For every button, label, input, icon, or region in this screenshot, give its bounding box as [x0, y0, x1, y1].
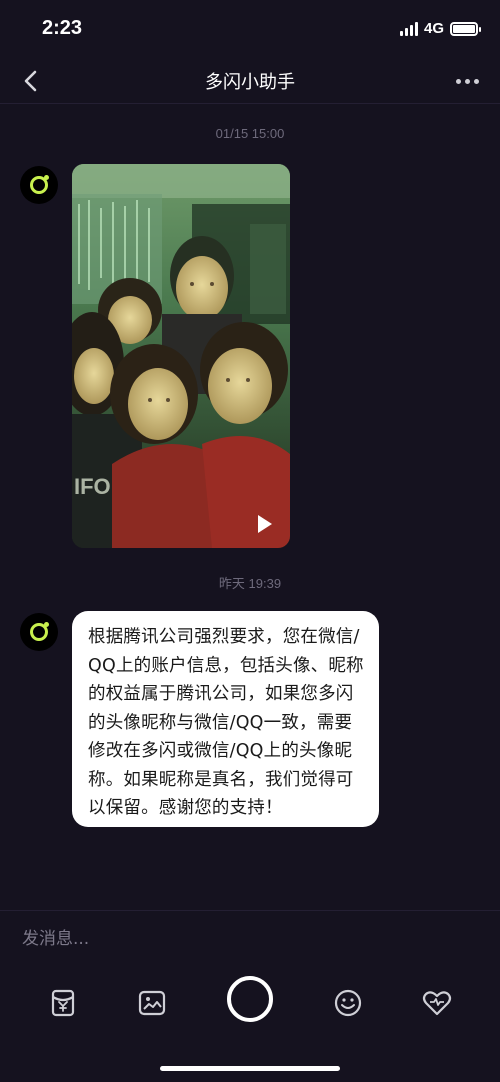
image-button[interactable] — [135, 986, 169, 1020]
duoshan-logo-icon — [30, 175, 49, 194]
red-packet-icon — [51, 989, 75, 1017]
like-button[interactable] — [420, 986, 454, 1020]
composer — [0, 910, 500, 1082]
page-title: 多闪小助手 — [205, 72, 295, 93]
battery-icon — [450, 21, 481, 36]
video-message-thumbnail[interactable]: IFORN — [72, 164, 290, 548]
signal-icon — [399, 21, 418, 36]
nav-bar: 多闪小助手 — [0, 60, 500, 104]
emoji-icon — [334, 989, 362, 1017]
emoji-button[interactable] — [331, 986, 365, 1020]
chat-screen: 2:23 4G 多闪小助手 01/15 15:00 IFORN 昨天 19:39… — [0, 0, 500, 1082]
duoshan-logo-icon — [30, 622, 49, 641]
status-bar: 2:23 4G — [0, 0, 500, 60]
play-icon — [258, 515, 272, 533]
home-indicator[interactable] — [160, 1066, 340, 1071]
more-dots-icon — [455, 78, 461, 84]
image-icon — [138, 990, 166, 1016]
composer-toolbar — [0, 976, 500, 1032]
red-packet-button[interactable] — [46, 986, 80, 1020]
text-message-bubble: 根据腾讯公司强烈要求，您在微信/QQ上的账户信息，包括头像、昵称的权益属于腾讯公… — [72, 611, 379, 827]
sender-avatar[interactable] — [20, 166, 58, 204]
status-time: 2:23 — [42, 17, 83, 39]
group-selfie-image: IFORN — [72, 164, 290, 548]
camera-shutter-button[interactable] — [227, 976, 273, 1022]
message-timestamp: 昨天 19:39 — [218, 576, 282, 591]
heart-icon — [422, 991, 452, 1016]
status-indicators: 4G — [399, 20, 481, 37]
sender-avatar[interactable] — [20, 613, 58, 651]
more-button[interactable] — [450, 66, 484, 96]
message-timestamp: 01/15 15:00 — [215, 126, 285, 141]
message-input[interactable] — [20, 927, 480, 951]
network-type: 4G — [423, 20, 444, 37]
